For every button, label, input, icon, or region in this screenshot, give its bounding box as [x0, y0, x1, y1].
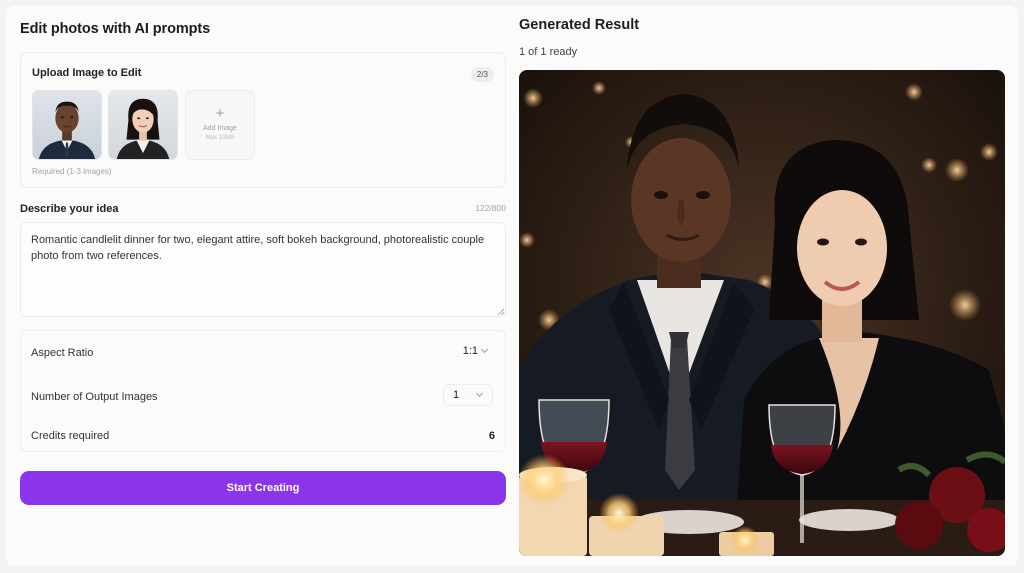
output-count-value: 1	[453, 389, 460, 401]
add-image-button[interactable]: + Add Image Max 10MB	[185, 90, 255, 160]
result-title: Generated Result	[519, 17, 640, 33]
upload-count-badge: 2/3	[470, 67, 494, 82]
credits-label: Credits required	[31, 430, 110, 442]
uploaded-image-man[interactable]	[32, 90, 102, 160]
max-size-label: Max 10MB	[205, 135, 235, 141]
aspect-ratio-value: 1:1	[462, 345, 478, 357]
start-creating-button[interactable]: Start Creating	[20, 471, 506, 505]
char-counter: 122/800	[475, 203, 506, 213]
upload-hint: Required (1-3 images)	[32, 167, 112, 176]
add-image-label: Add Image	[203, 125, 237, 132]
editor-title: Edit photos with AI prompts	[20, 21, 211, 37]
resize-handle-icon[interactable]	[497, 308, 504, 315]
upload-title: Upload Image to Edit	[32, 67, 142, 79]
output-count-select[interactable]: 1	[443, 384, 493, 406]
plus-icon: +	[215, 105, 225, 122]
aspect-ratio-select[interactable]: 1:1	[462, 345, 489, 357]
chevron-down-icon	[475, 389, 484, 398]
man-portrait-image	[33, 91, 101, 159]
credits-value: 6	[488, 430, 495, 442]
woman-portrait-image	[109, 91, 177, 159]
prompt-input[interactable]: Romantic candlelit dinner for two, elega…	[20, 222, 506, 317]
page-background: Edit photos with AI prompts Upload Image…	[0, 0, 1024, 573]
chevron-down-icon	[480, 345, 489, 354]
upload-section: Upload Image to Edit 2/3 + Add Image Max…	[20, 52, 506, 188]
idea-label: Describe your idea	[20, 203, 119, 215]
aspect-ratio-label: Aspect Ratio	[31, 347, 94, 359]
generated-result-image[interactable]	[519, 70, 1005, 556]
output-count-label: Number of Output Images	[31, 391, 158, 403]
result-status: 1 of 1 ready	[519, 46, 578, 58]
settings-section: Aspect Ratio 1:1 Number of Output Images…	[20, 330, 506, 452]
candlelit-dinner-photo	[519, 70, 1005, 556]
uploaded-image-woman[interactable]	[108, 90, 178, 160]
